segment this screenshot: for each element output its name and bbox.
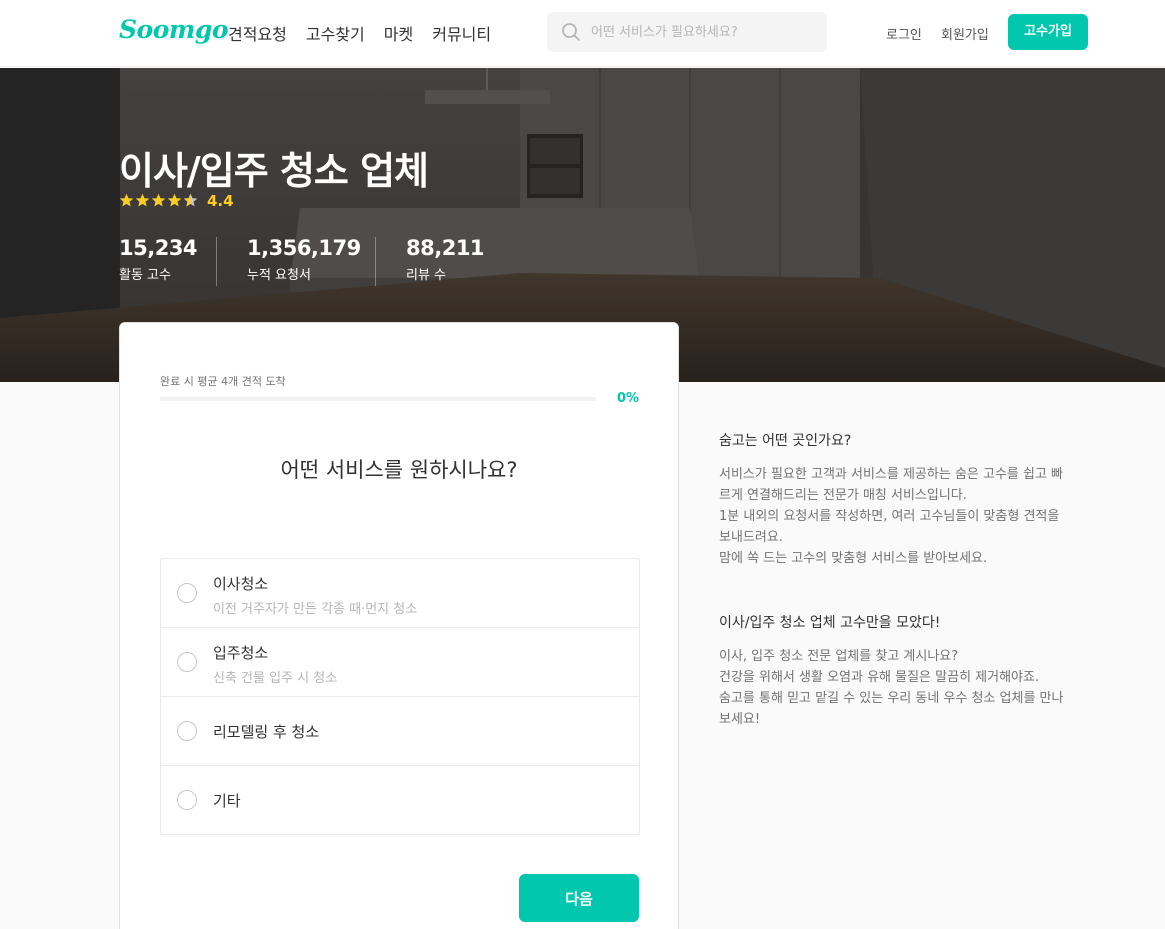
about-line: 르게 연결해드리는 전문가 매칭 서비스입니다. bbox=[719, 488, 967, 503]
about-section: 숨고는 어떤 곳인가요? 서비스가 필요한 고객과 서비스를 제공하는 숨은 고… bbox=[719, 430, 1089, 569]
about-title: 숨고는 어떤 곳인가요? bbox=[719, 433, 852, 449]
pro-signup-button[interactable]: 고수가입 bbox=[1008, 14, 1088, 50]
option-move-out-cleaning[interactable]: 이사청소 이전 거주자가 만든 각종 때·먼지 청소 bbox=[161, 559, 639, 628]
category-info-line: 이사, 입주 청소 전문 업체를 찾고 계시나요? bbox=[719, 649, 959, 664]
star-icon bbox=[135, 193, 150, 207]
about-line: 서비스가 필요한 고객과 서비스를 제공하는 숨은 고수를 쉽고 빠 bbox=[719, 467, 1064, 482]
option-move-in-cleaning[interactable]: 입주청소 신축 건물 입주 시 청소 bbox=[161, 628, 639, 697]
service-options: 이사청소 이전 거주자가 만든 각종 때·먼지 청소 입주청소 신축 건물 입주… bbox=[160, 558, 640, 835]
progress-label: 완료 시 평균 4개 견적 도착 bbox=[160, 375, 286, 388]
next-button[interactable]: 다음 bbox=[519, 874, 639, 922]
about-line: 맘에 쏙 드는 고수의 맞춤형 서비스를 받아보세요. bbox=[719, 551, 988, 566]
stat-divider bbox=[375, 237, 376, 286]
nav-item-market[interactable]: 마켓 bbox=[384, 21, 413, 45]
search-box bbox=[547, 12, 827, 52]
stat-divider bbox=[216, 237, 217, 286]
category-info-section: 이사/입주 청소 업체 고수만을 모았다! 이사, 입주 청소 전문 업체를 찾… bbox=[719, 612, 1089, 730]
star-icon bbox=[119, 193, 134, 207]
radio-button[interactable] bbox=[177, 721, 197, 741]
radio-button[interactable] bbox=[177, 652, 197, 672]
soomgo-logo[interactable]: Soomgo bbox=[119, 15, 229, 44]
form-question: 어떤 서비스를 원하시나요? bbox=[280, 458, 518, 482]
page-title: 이사/입주 청소 업체 bbox=[119, 149, 429, 193]
signup-link[interactable]: 회원가입 bbox=[941, 24, 989, 43]
option-description: 신축 건물 입주 시 청소 bbox=[213, 671, 338, 686]
category-info-line: 건강을 위해서 생활 오염과 유해 물질은 말끔히 제거해야죠. bbox=[719, 670, 1040, 685]
main-nav: 견적요청 고수찾기 마켓 커뮤니티 bbox=[228, 21, 491, 45]
radio-button[interactable] bbox=[177, 790, 197, 810]
stat-label: 누적 요청서 bbox=[247, 268, 311, 283]
stat-value: 88,211 bbox=[406, 236, 485, 260]
search-icon bbox=[562, 23, 580, 41]
about-line: 보내드려요. bbox=[719, 530, 783, 545]
option-title: 이사청소 bbox=[213, 575, 269, 593]
option-description: 이전 거주자가 만든 각종 때·먼지 청소 bbox=[213, 602, 418, 617]
star-icon bbox=[151, 193, 166, 207]
top-header: Soomgo 견적요청 고수찾기 마켓 커뮤니티 로그인 회원가입 고수가입 bbox=[0, 0, 1165, 67]
stat-label: 활동 고수 bbox=[119, 268, 171, 283]
category-info-line: 숨고를 통해 믿고 맡길 수 있는 우리 동네 우수 청소 업체를 만나 bbox=[719, 691, 1064, 706]
stat-label: 리뷰 수 bbox=[406, 268, 447, 283]
option-title: 리모델링 후 청소 bbox=[213, 723, 320, 741]
option-other[interactable]: 기타 bbox=[161, 766, 639, 834]
stat-value: 15,234 bbox=[119, 236, 198, 260]
option-post-remodel-cleaning[interactable]: 리모델링 후 청소 bbox=[161, 697, 639, 766]
stat-value: 1,356,179 bbox=[247, 236, 361, 260]
request-form-card: 완료 시 평균 4개 견적 도착 0% 어떤 서비스를 원하시나요? 이사청소 … bbox=[119, 322, 679, 929]
category-info-line: 보세요! bbox=[719, 712, 761, 727]
nav-item-request-quote[interactable]: 견적요청 bbox=[228, 21, 287, 45]
search-input[interactable] bbox=[591, 12, 815, 52]
stat-total-requests: 1,356,179 누적 요청서 bbox=[247, 236, 361, 283]
progress-bar bbox=[160, 397, 596, 401]
rating-stars bbox=[119, 193, 198, 208]
stat-reviews: 88,211 리뷰 수 bbox=[406, 236, 485, 283]
option-title: 기타 bbox=[213, 792, 241, 810]
about-line: 1분 내외의 요청서를 작성하면, 여러 고수님들이 맞춤형 견적을 bbox=[719, 509, 1060, 524]
option-title: 입주청소 bbox=[213, 644, 269, 662]
radio-button[interactable] bbox=[177, 583, 197, 603]
progress-percent: 0% bbox=[617, 391, 640, 406]
star-icon bbox=[167, 193, 182, 207]
half-star-icon bbox=[183, 193, 198, 207]
stat-active-pros: 15,234 활동 고수 bbox=[119, 236, 198, 283]
login-link[interactable]: 로그인 bbox=[886, 24, 922, 43]
nav-item-community[interactable]: 커뮤니티 bbox=[432, 21, 491, 45]
nav-item-find-pro[interactable]: 고수찾기 bbox=[306, 21, 365, 45]
category-info-title: 이사/입주 청소 업체 고수만을 모았다! bbox=[719, 615, 941, 631]
rating-value: 4.4 bbox=[207, 192, 234, 210]
